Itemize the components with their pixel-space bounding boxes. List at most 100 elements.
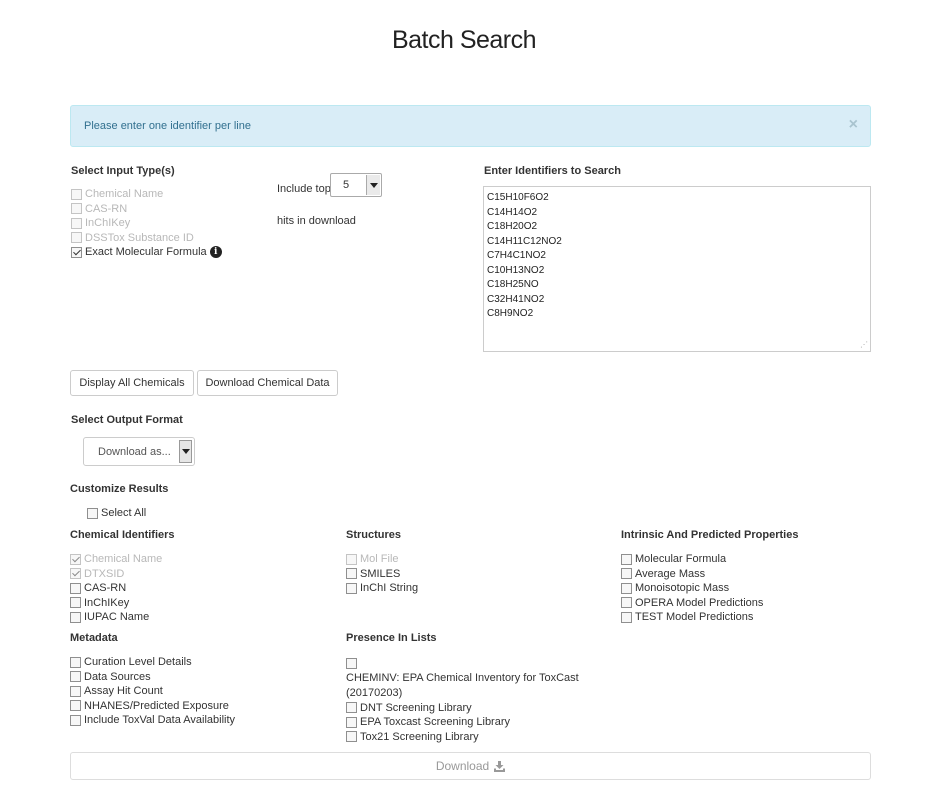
input-type-exact-formula[interactable]: Exact Molecular Formula i bbox=[71, 245, 222, 260]
checkbox[interactable] bbox=[70, 582, 81, 594]
option-dtxsid[interactable]: DTXSID bbox=[70, 567, 162, 582]
hits-in-download-label: hits in download bbox=[277, 215, 356, 227]
output-format-heading: Select Output Format bbox=[71, 414, 183, 426]
input-type-inchikey[interactable]: InChIKey bbox=[71, 216, 222, 231]
checkbox[interactable] bbox=[70, 656, 81, 668]
checkbox[interactable] bbox=[621, 611, 632, 623]
identifier-line: C10H13NO2 bbox=[487, 264, 545, 276]
include-top-select[interactable]: 5 bbox=[330, 173, 382, 197]
option-cas-rn[interactable]: CAS-RN bbox=[70, 581, 162, 596]
checkbox[interactable] bbox=[621, 553, 632, 565]
option-iupac-name[interactable]: IUPAC Name bbox=[70, 610, 162, 625]
identifier-line: C14H14O2 bbox=[487, 206, 538, 218]
checkbox[interactable] bbox=[346, 582, 357, 594]
identifier-line: C7H4C1NO2 bbox=[487, 250, 546, 261]
customize-results-heading: Customize Results bbox=[70, 483, 169, 495]
download-button[interactable]: Download bbox=[70, 752, 871, 780]
checkbox[interactable] bbox=[87, 507, 98, 519]
display-all-chemicals-button[interactable]: Display All Chemicals bbox=[70, 370, 194, 396]
checkbox[interactable] bbox=[621, 597, 632, 609]
checkbox[interactable] bbox=[70, 685, 81, 697]
input-type-chemical-name[interactable]: Chemical Name bbox=[71, 187, 222, 202]
checkbox[interactable] bbox=[70, 714, 81, 726]
option-molecular-formula[interactable]: Molecular Formula bbox=[621, 552, 763, 567]
checkbox[interactable] bbox=[346, 702, 357, 714]
properties-heading: Intrinsic And Predicted Properties bbox=[621, 529, 799, 541]
checkbox[interactable] bbox=[621, 568, 632, 580]
info-icon[interactable]: i bbox=[209, 246, 222, 259]
output-format-value: Download as... bbox=[98, 446, 171, 458]
identifier-line: C15H10F6O2 bbox=[487, 192, 549, 203]
checkbox[interactable] bbox=[71, 232, 82, 244]
option-epa-toxcast-library[interactable]: EPA Toxcast Screening Library bbox=[346, 715, 579, 730]
checkbox[interactable] bbox=[71, 203, 82, 215]
structures-list: Mol File SMILES InChI String bbox=[346, 552, 418, 596]
option-opera-predictions[interactable]: OPERA Model Predictions bbox=[621, 596, 763, 611]
identifier-line: C32H41NO2 bbox=[487, 293, 545, 305]
input-type-list: Chemical Name CAS-RN InChIKey DSSTox Sub… bbox=[71, 187, 222, 260]
include-top-value: 5 bbox=[343, 179, 350, 191]
checkbox[interactable] bbox=[346, 568, 357, 580]
chemical-identifiers-list: Chemical Name DTXSID CAS-RN InChIKey IUP… bbox=[70, 552, 162, 625]
checkbox[interactable] bbox=[70, 553, 81, 565]
presence-heading: Presence In Lists bbox=[346, 632, 437, 644]
option-chemical-name[interactable]: Chemical Name bbox=[70, 552, 162, 567]
identifiers-textarea[interactable]: C15H10F6O2 C14H14O2 C18H20O2 C14H11C12NO2 C7… bbox=[483, 186, 871, 352]
checkbox[interactable] bbox=[346, 731, 357, 743]
metadata-heading: Metadata bbox=[70, 632, 118, 644]
download-chemical-data-button[interactable]: Download Chemical Data bbox=[197, 370, 338, 396]
option-test-predictions[interactable]: TEST Model Predictions bbox=[621, 610, 763, 625]
cheminv-label: CHEMINV: EPA Chemical Inventory for ToxC… bbox=[346, 672, 579, 684]
option-curation-level[interactable]: Curation Level Details bbox=[70, 655, 235, 670]
resize-grip-icon[interactable]: ⋰ bbox=[860, 341, 868, 349]
option-cheminv[interactable] bbox=[346, 656, 579, 671]
option-data-sources[interactable]: Data Sources bbox=[70, 670, 235, 685]
option-average-mass[interactable]: Average Mass bbox=[621, 567, 763, 582]
option-inchi-string[interactable]: InChI String bbox=[346, 581, 418, 596]
option-monoisotopic-mass[interactable]: Monoisotopic Mass bbox=[621, 581, 763, 596]
option-dnt-library[interactable]: DNT Screening Library bbox=[346, 701, 579, 716]
identifier-lines: C15H10F6O2 C14H14O2 C18H20O2 C14H11C12NO2 C7… bbox=[487, 191, 867, 322]
identifier-line: C18H20O2 bbox=[487, 221, 538, 232]
properties-list: Molecular Formula Average Mass Monoisoto… bbox=[621, 552, 763, 625]
chevron-down-icon bbox=[366, 175, 380, 195]
download-icon bbox=[494, 760, 506, 772]
option-assay-hit-count[interactable]: Assay Hit Count bbox=[70, 684, 235, 699]
checkbox[interactable] bbox=[70, 597, 81, 609]
close-icon[interactable]: × bbox=[849, 117, 858, 133]
identifier-line: C14H11C12NO2 bbox=[487, 235, 562, 247]
include-top-label: Include top bbox=[277, 183, 331, 195]
checkbox[interactable] bbox=[621, 582, 632, 594]
cheminv-label-date: (20170203) bbox=[346, 687, 403, 699]
option-toxval-availability[interactable]: Include ToxVal Data Availability bbox=[70, 713, 235, 728]
option-mol-file[interactable]: Mol File bbox=[346, 552, 418, 567]
option-nhanes-exposure[interactable]: NHANES/Predicted Exposure bbox=[70, 699, 235, 714]
alert-text: Please enter one identifier per line bbox=[84, 120, 251, 132]
option-tox21-library[interactable]: Tox21 Screening Library bbox=[346, 730, 579, 745]
checkbox[interactable] bbox=[71, 217, 82, 229]
chevron-down-icon bbox=[179, 440, 192, 463]
metadata-list: Curation Level Details Data Sources Assa… bbox=[70, 655, 235, 728]
download-label: Download bbox=[435, 759, 490, 773]
identifiers-heading: Enter Identifiers to Search bbox=[484, 165, 621, 177]
checkbox[interactable] bbox=[70, 611, 81, 623]
page-title: Batch Search bbox=[391, 26, 537, 54]
checkbox[interactable] bbox=[70, 700, 81, 712]
option-smiles[interactable]: SMILES bbox=[346, 567, 418, 582]
checkbox[interactable] bbox=[346, 553, 357, 565]
checkbox[interactable] bbox=[70, 671, 81, 683]
checkbox[interactable] bbox=[346, 657, 357, 669]
checkbox[interactable] bbox=[346, 716, 357, 728]
option-inchikey[interactable]: InChIKey bbox=[70, 596, 162, 611]
identifier-line: C18H25NO bbox=[487, 279, 539, 290]
checkbox[interactable] bbox=[71, 246, 82, 258]
structures-heading: Structures bbox=[346, 529, 402, 541]
identifier-line: C8H9NO2 bbox=[487, 308, 534, 319]
presence-list: CHEMINV: EPA Chemical Inventory for ToxC… bbox=[346, 656, 579, 744]
input-type-cas-rn[interactable]: CAS-RN bbox=[71, 202, 222, 217]
output-format-select[interactable]: Download as... bbox=[83, 437, 195, 466]
checkbox[interactable] bbox=[71, 188, 82, 200]
select-all[interactable]: Select All bbox=[87, 506, 146, 521]
checkbox[interactable] bbox=[70, 568, 81, 580]
input-type-dsstox-id[interactable]: DSSTox Substance ID bbox=[71, 231, 222, 246]
